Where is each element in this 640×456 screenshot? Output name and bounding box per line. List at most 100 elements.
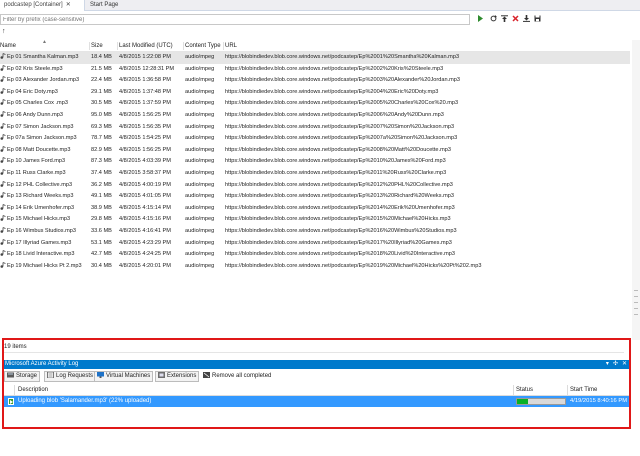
blob-name: Ep 08 Matt Doucette.mp3 [7,146,71,153]
audio-file-icon [0,87,6,94]
table-row[interactable]: Ep 19 Michael Hicks Pt 2.mp3 30.4 MB 4/8/2… [0,261,630,273]
delete-icon[interactable] [511,15,519,24]
cell-last-modified: 4/8/2015 1:54:25 PM [119,135,171,142]
cell-size: 22.4 MB [91,77,112,84]
column-header-name[interactable]: Name [0,40,16,52]
cell-last-modified: 4/8/2015 4:01:05 PM [119,193,171,200]
table-row[interactable]: Ep 10 James Ford.mp3 87.3 MB 4/8/2015 4:03… [0,156,630,168]
column-header-start-time[interactable]: Start Time [570,385,597,396]
log-requests-button[interactable]: Log Requests [44,371,97,382]
blob-name: Ep 18 Livid Interactive.mp3 [7,251,75,258]
blob-name: Ep 07a Simon Jackson.mp3 [7,135,77,142]
column-header-status[interactable]: Status [516,385,533,396]
blob-name: Ep 06 Andy Dunn.mp3 [7,111,63,118]
table-row[interactable]: Ep 03 Alexander Jordan.mp3 22.4 MB 4/8/201… [0,75,630,87]
table-row[interactable]: Ep 17 Illyriad Games.mp3 53.1 MB 4/8/2015 … [0,238,630,250]
expand-entry-icon[interactable] [8,398,14,405]
cell-url: https://blobindiedev.blob.core.windows.n… [225,88,439,95]
cell-size: 78.7 MB [91,135,112,142]
cell-last-modified: 4/8/2015 4:23:29 PM [119,239,171,246]
navigate-up-icon[interactable]: ↑ [0,28,640,36]
blob-name: Ep 02 Kris Steele.mp3 [7,65,63,72]
column-header-size[interactable]: Size [91,40,103,52]
activity-log-entry[interactable]: Uploading blob 'Salamander.mp3' (22% upl… [4,396,629,407]
audio-file-icon [0,192,6,198]
remove-completed-icon [203,372,210,378]
remove-all-completed-button[interactable]: Remove all completed [203,371,271,382]
vertical-scrollbar[interactable] [632,40,640,340]
save-icon[interactable] [533,15,541,24]
cell-content-type: audio/mpeg [185,204,215,211]
table-row[interactable]: Ep 11 Russ Clarke.mp3 37.4 MB 4/8/2015 3:5… [0,168,630,180]
cell-content-type: audio/mpeg [185,158,215,165]
cell-name: Ep 07 Simon Jackson.mp3 [0,122,89,134]
column-header-description[interactable]: Description [18,385,48,396]
table-row[interactable]: Ep 15 Michael Hicks.mp3 29.8 MB 4/8/2015 4… [0,214,630,226]
pin-icon[interactable]: ✣ [613,361,618,367]
cell-content-type: audio/mpeg [185,77,215,84]
column-divider[interactable] [14,385,15,396]
tab-start-page[interactable]: Start Page [86,0,122,11]
column-divider[interactable] [513,385,514,396]
cell-size: 82.9 MB [91,146,112,153]
close-icon[interactable]: ✕ [66,2,71,8]
table-row[interactable]: Ep 18 Livid Interactive.mp3 42.7 MB 4/8/20… [0,249,630,261]
table-row[interactable]: Ep 12 PHL Collective.mp3 36.2 MB 4/8/2015 … [0,180,630,192]
cell-name: Ep 18 Livid Interactive.mp3 [0,249,89,261]
cell-name: Ep 03 Alexander Jordan.mp3 [0,75,89,87]
virtual-machines-button[interactable]: Virtual Machines [94,371,154,382]
extensions-button[interactable]: Extensions [155,371,200,382]
table-row[interactable]: Ep 04 Eric Doty.mp3 29.1 MB 4/8/2015 1:37:… [0,87,630,99]
column-divider[interactable] [183,42,184,50]
column-divider[interactable] [117,42,118,50]
cell-last-modified: 4/8/2015 3:58:37 PM [119,169,171,176]
window-menu-icon[interactable]: ▾ [606,361,609,367]
column-header-last-modified[interactable]: Last Modified (UTC) [119,40,173,52]
cell-name: Ep 08 Matt Doucette.mp3 [0,145,89,157]
table-row[interactable]: Ep 16 Wimbus Studios.mp3 33.6 MB 4/8/2015 … [0,226,630,238]
filter-input[interactable] [0,14,470,25]
cell-size: 49.1 MB [91,193,112,200]
blob-name: Ep 11 Russ Clarke.mp3 [7,169,66,176]
column-divider[interactable] [567,385,568,396]
upload-icon[interactable] [500,15,508,24]
table-row[interactable]: Ep 07a Simon Jackson.mp3 78.7 MB 4/8/2015 … [0,133,630,145]
table-row[interactable]: Ep 07 Simon Jackson.mp3 69.3 MB 4/8/2015 1… [0,122,630,134]
download-icon[interactable] [522,15,530,24]
run-icon[interactable] [476,15,484,24]
cell-url: https://blobindiedev.blob.core.windows.n… [225,54,460,60]
cell-url: https://blobindiedev.blob.core.windows.n… [225,239,452,246]
refresh-icon[interactable] [489,15,497,24]
cell-size: 29.8 MB [91,216,112,223]
cell-name: Ep 15 Michael Hicks.mp3 [0,214,89,226]
close-icon[interactable]: ✕ [622,361,627,367]
table-row[interactable]: Ep 02 Kris Steele.mp3 21.5 MB 4/8/2015 12:… [0,64,630,76]
table-row[interactable]: Ep 13 Richard Weeks.mp3 49.1 MB 4/8/2015 4… [0,191,630,203]
table-row[interactable]: Ep 14 Erik Umenhofer.mp3 38.9 MB 4/8/2015 … [0,203,630,215]
cell-size: 36.2 MB [91,181,112,188]
table-row[interactable]: Ep 05 Charles Cox .mp3 30.5 MB 4/8/2015 1:… [0,98,630,110]
cell-size: 33.6 MB [91,227,112,234]
blob-name: Ep 19 Michael Hicks Pt 2.mp3 [7,262,82,269]
table-row[interactable]: Ep 08 Matt Doucette.mp3 82.9 MB 4/8/2015 1… [0,145,630,157]
blob-name: Ep 15 Michael Hicks.mp3 [7,216,71,223]
storage-button[interactable]: Storage [4,371,41,382]
extensions-icon [158,372,165,378]
activity-log-title-bar: Microsoft Azure Activity Log ▾ ✣ ✕ [4,360,629,369]
cell-size: 30.4 MB [91,262,112,269]
column-divider[interactable] [89,42,90,50]
activity-log-header: Description Status Start Time [4,385,629,396]
virtual-machine-icon [97,372,104,378]
audio-file-icon [0,145,6,152]
cell-last-modified: 4/8/2015 12:28:31 PM [119,65,175,72]
column-divider[interactable] [223,42,224,50]
entry-start-time: 4/19/2015 8:40:16 PM [570,398,628,404]
column-header-url[interactable]: URL [225,40,237,52]
tab-podcastep-container[interactable]: podcastep [Container] ✕ [0,0,85,11]
table-row[interactable]: Ep 01 Smantha Kalman.mp3 18.4 MB 4/8/2015 … [0,52,630,64]
cell-url: https://blobindiedev.blob.core.windows.n… [225,111,444,118]
status-strip [0,432,640,456]
table-row[interactable]: Ep 06 Andy Dunn.mp3 95.0 MB 4/8/2015 1:56:… [0,110,630,122]
cell-url: https://blobindiedev.blob.core.windows.n… [225,251,456,258]
column-header-content-type[interactable]: Content Type [185,40,221,52]
